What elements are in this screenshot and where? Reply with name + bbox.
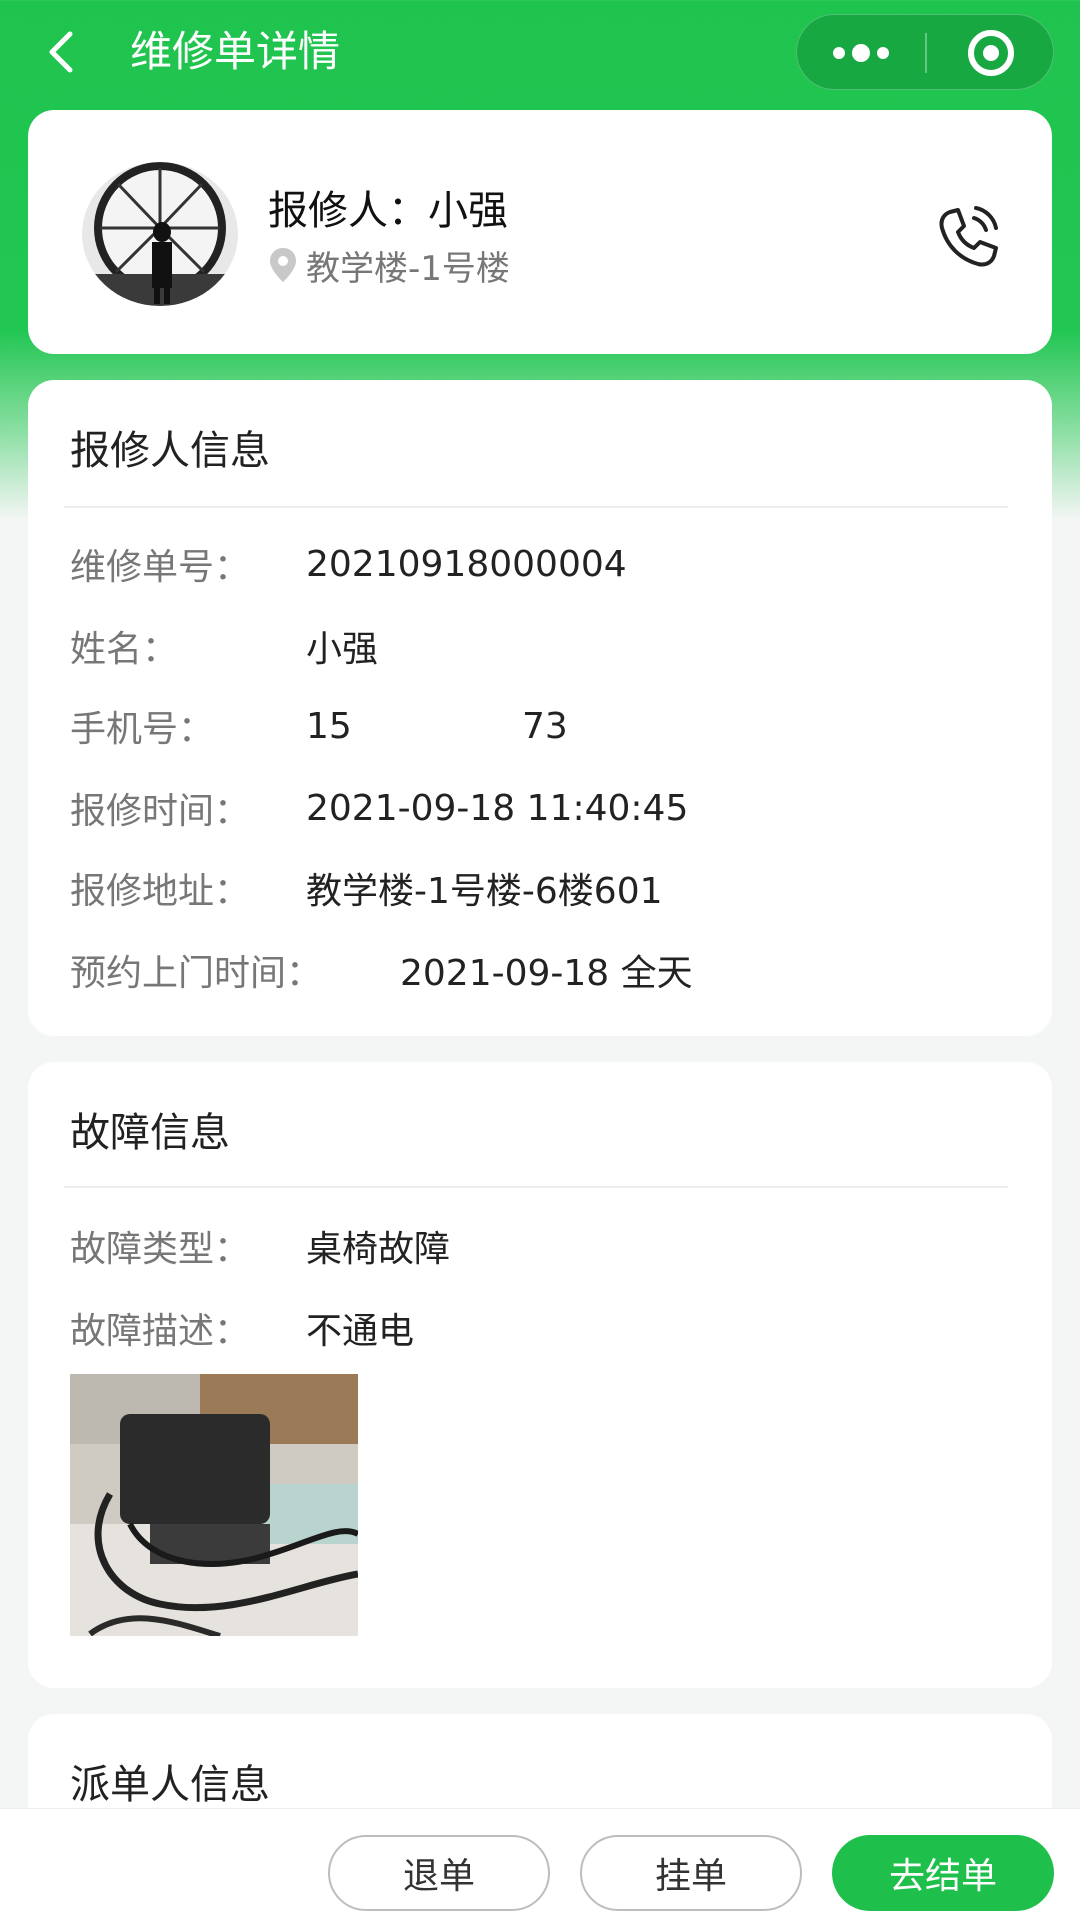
phone-value-prefix: 15: [306, 705, 352, 747]
back-button[interactable]: [34, 22, 94, 82]
nav-bar: 维修单详情: [0, 0, 1080, 110]
order-number-row: 维修单号： 20210918000004: [70, 540, 627, 589]
location-pin-icon: [270, 248, 296, 282]
close-miniprogram-button[interactable]: [927, 15, 1055, 91]
more-dots-icon: [833, 44, 889, 62]
more-button[interactable]: [797, 15, 925, 91]
call-button[interactable]: [928, 198, 1008, 278]
fault-photo[interactable]: [70, 1374, 360, 1639]
bottom-action-bar: 退单 挂单 去结单: [0, 1808, 1080, 1920]
name-label: 姓名：: [70, 629, 179, 670]
fault-type-label: 故障类型：: [70, 1229, 251, 1270]
reporter-name: 报修人：小强: [268, 188, 508, 234]
section-title: 派单人信息: [70, 1762, 270, 1808]
complete-order-button[interactable]: 去结单: [832, 1835, 1054, 1911]
appointment-value: 2021-09-18 全天: [400, 953, 693, 994]
hold-order-button[interactable]: 挂单: [580, 1835, 802, 1911]
fault-desc-label: 故障描述：: [70, 1311, 251, 1352]
avatar: [82, 162, 238, 306]
reporter-card: 报修人：小强 教学楼-1号楼: [28, 110, 1052, 354]
appointment-label: 预约上门时间：: [70, 953, 323, 994]
name-row: 姓名： 小强: [70, 622, 378, 670]
order-number-value: 20210918000004: [306, 543, 627, 585]
name-value: 小强: [306, 629, 379, 670]
address-label: 报修地址：: [70, 871, 251, 912]
fault-desc-row: 故障描述： 不通电: [70, 1304, 414, 1352]
report-time-label: 报修时间：: [70, 791, 251, 832]
fault-info-card: 故障信息 故障类型： 桌椅故障 故障描述： 不通电: [28, 1062, 1052, 1688]
section-title: 报修人信息: [70, 428, 270, 474]
address-row: 报修地址： 教学楼-1号楼-6楼601: [70, 864, 663, 912]
phone-icon: [939, 206, 998, 267]
fault-type-value: 桌椅故障: [306, 1229, 451, 1270]
phone-value-suffix: 73: [522, 705, 568, 747]
reporter-info-card: 报修人信息 维修单号： 20210918000004 姓名： 小强 手机号： 1…: [28, 380, 1052, 1036]
divider: [64, 506, 1008, 508]
divider: [64, 1186, 1008, 1188]
mini-program-capsule: [796, 14, 1054, 90]
phone-row: 手机号： 15 73: [70, 702, 568, 751]
page-title: 维修单详情: [130, 27, 341, 76]
section-title: 故障信息: [70, 1110, 230, 1156]
chevron-left-icon: [49, 31, 73, 73]
reporter-location-text: 教学楼-1号楼: [306, 248, 510, 289]
address-value: 教学楼-1号楼-6楼601: [306, 871, 663, 912]
appointment-row: 预约上门时间： 2021-09-18 全天: [70, 946, 693, 994]
fault-type-row: 故障类型： 桌椅故障: [70, 1222, 450, 1270]
order-number-label: 维修单号：: [70, 547, 251, 588]
reporter-location: 教学楼-1号楼: [268, 242, 510, 289]
phone-label: 手机号：: [70, 709, 215, 750]
target-icon: [968, 30, 1014, 76]
report-time-value: 2021-09-18 11:40:45: [306, 787, 689, 829]
report-time-row: 报修时间： 2021-09-18 11:40:45: [70, 784, 688, 833]
return-order-button[interactable]: 退单: [328, 1835, 550, 1911]
fault-desc-value: 不通电: [306, 1311, 415, 1352]
